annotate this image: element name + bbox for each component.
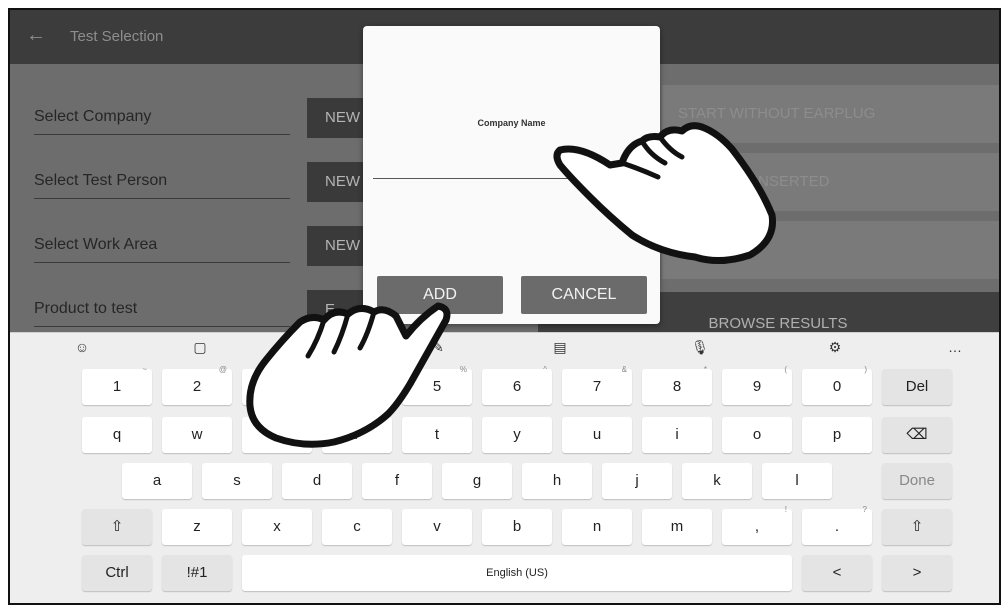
cursor-right-key[interactable]: > (882, 555, 952, 591)
new-test-person-button[interactable]: NEW (307, 162, 367, 202)
key-d[interactable]: d (282, 463, 352, 499)
key-9[interactable]: 9( (722, 365, 792, 405)
key-p[interactable]: p (802, 417, 872, 453)
page-title: Test Selection (70, 28, 164, 45)
key-z[interactable]: z (162, 509, 232, 545)
cursor-left-key[interactable]: < (802, 555, 872, 591)
more-icon[interactable]: … (945, 339, 965, 355)
key-1[interactable]: 1 ~ (82, 365, 152, 405)
shift-key-left[interactable]: ⇧ (82, 509, 152, 545)
key-2[interactable]: 2 @ (162, 365, 232, 405)
key-u[interactable]: u (562, 417, 632, 453)
select-company-field[interactable]: Select Company (34, 108, 290, 135)
space-bar[interactable]: English (US) (242, 555, 792, 591)
key-m[interactable]: m (642, 509, 712, 545)
key-7[interactable]: 7 & (562, 365, 632, 405)
key-i[interactable]: i (642, 417, 712, 453)
ctrl-key[interactable]: Ctrl (82, 555, 152, 591)
app-window: ← Test Selection Select Company NEW Sele… (8, 8, 1001, 605)
key-k[interactable]: k (682, 463, 752, 499)
key-g[interactable]: g (442, 463, 512, 499)
key-h[interactable]: h (522, 463, 592, 499)
key-x[interactable]: x (242, 509, 312, 545)
key-n[interactable]: n (562, 509, 632, 545)
key-l[interactable]: l (762, 463, 832, 499)
key-period[interactable]: .? (802, 505, 872, 545)
key-a[interactable]: a (122, 463, 192, 499)
key-b[interactable]: b (482, 509, 552, 545)
key-c[interactable]: c (322, 509, 392, 545)
sticker-icon[interactable]: ▢ (190, 339, 210, 356)
on-screen-keyboard: ☺▢✎▤🎙⚙… 1~2@3#4$5%6^7&8*9(0)Delqwertyuio… (10, 332, 999, 603)
key-y[interactable]: y (482, 417, 552, 453)
select-test-person-field[interactable]: Select Test Person (34, 172, 290, 199)
delete-key[interactable]: Del (882, 369, 952, 405)
clipboard-icon[interactable]: ▤ (550, 339, 570, 356)
backspace-key[interactable]: ⌫ (882, 417, 952, 453)
key-f[interactable]: f (362, 463, 432, 499)
key-0[interactable]: 0) (802, 365, 872, 405)
cancel-button[interactable]: CANCEL (521, 276, 647, 314)
key-8[interactable]: 8 * (642, 365, 712, 405)
hand-pointer-icon (553, 122, 777, 264)
key-comma[interactable]: ,! (722, 505, 792, 545)
arrow-left-icon[interactable]: ← (26, 24, 46, 47)
microphone-icon[interactable]: 🎙 (690, 339, 710, 356)
key-j[interactable]: j (602, 463, 672, 499)
new-company-button[interactable]: NEW (307, 98, 367, 138)
key-q[interactable]: q (82, 417, 152, 453)
key-w[interactable]: w (162, 417, 232, 453)
key-v[interactable]: v (402, 509, 472, 545)
new-work-area-button[interactable]: NEW (307, 226, 367, 266)
settings-icon[interactable]: ⚙ (825, 339, 845, 356)
done-key[interactable]: Done (882, 463, 952, 499)
select-work-area-field[interactable]: Select Work Area (34, 236, 290, 263)
hand-pointer-icon (246, 302, 451, 448)
key-s[interactable]: s (202, 463, 272, 499)
emoji-icon[interactable]: ☺ (72, 339, 92, 355)
symbols-key[interactable]: !#1 (162, 555, 232, 591)
shift-key-right[interactable]: ⇧ (882, 509, 952, 545)
key-6[interactable]: 6 ^ (482, 365, 552, 405)
key-o[interactable]: o (722, 417, 792, 453)
